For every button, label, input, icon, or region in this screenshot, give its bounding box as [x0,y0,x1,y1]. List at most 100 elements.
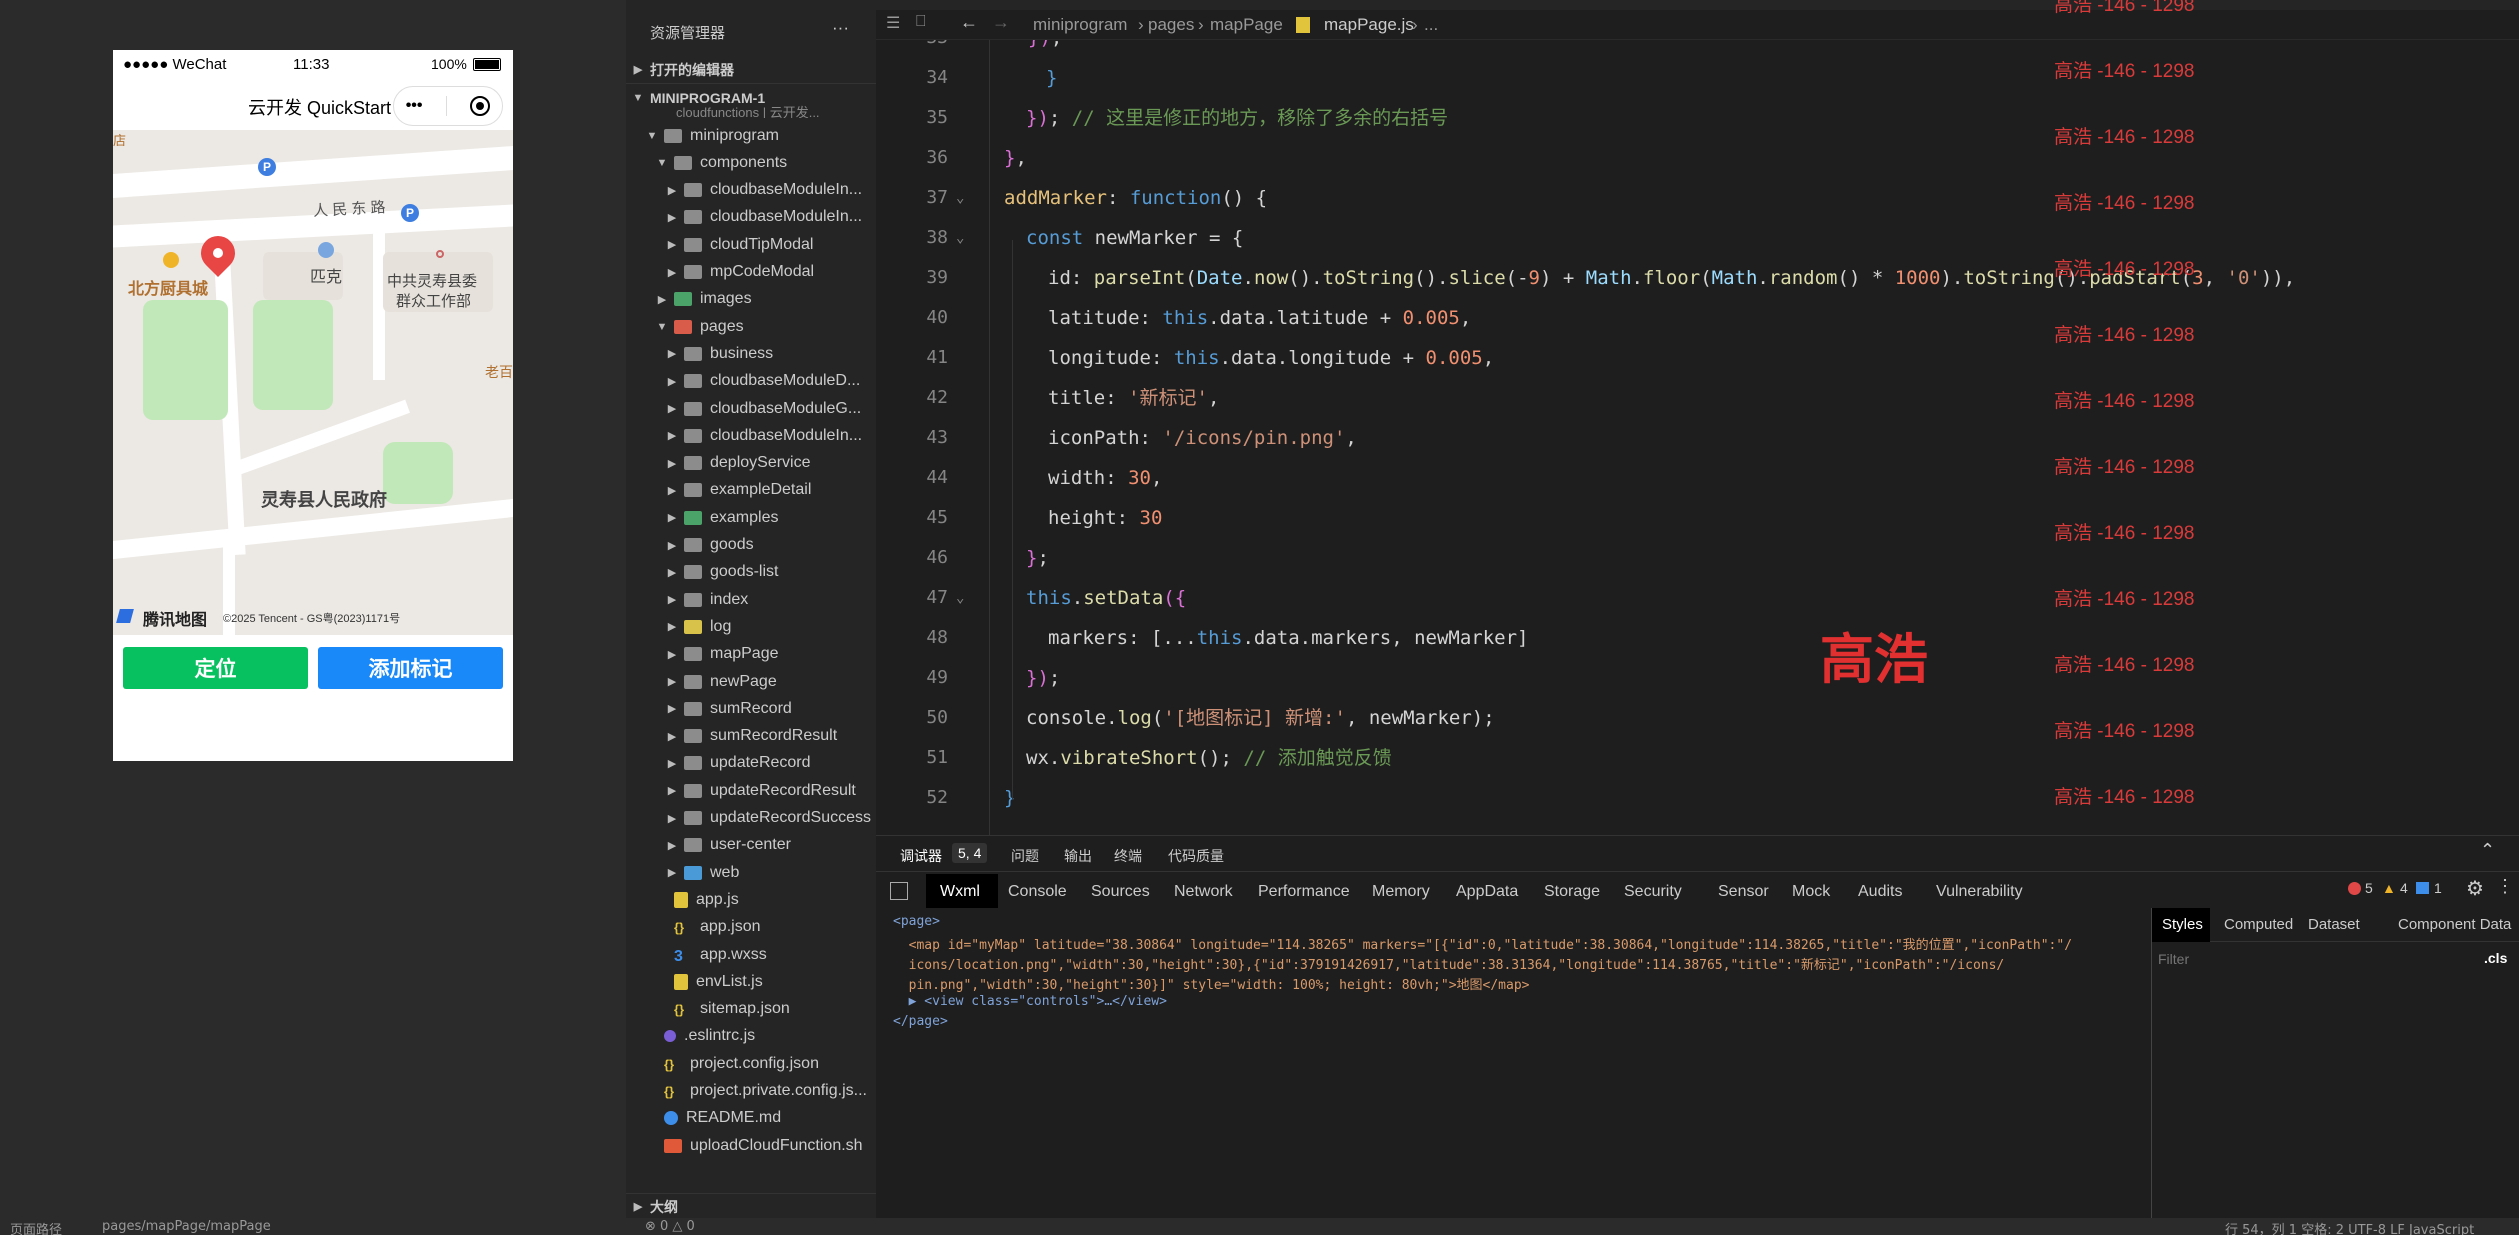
tab-debugger[interactable]: 调试器 [900,846,942,866]
code-line[interactable]: 41 longitude: this.data.longitude + 0.005… [876,338,2519,378]
tree-item[interactable]: ▶ exampleDetail [626,477,876,504]
more-vertical-icon[interactable]: ⋮ [2496,876,2514,897]
bookmark-icon[interactable]: ⎕ [916,13,926,31]
forward-arrow-icon[interactable]: → [992,12,1010,33]
tab-audits[interactable]: Audits [1858,876,1902,908]
tab-memory[interactable]: Memory [1372,876,1430,908]
tree-item[interactable]: ▶ updateRecord [626,750,876,777]
code-line[interactable]: 36}, [876,138,2519,178]
tree-item[interactable]: ▶ mapPage [626,641,876,668]
tree-item[interactable]: {} project.config.json [626,1050,876,1077]
outline-section[interactable]: ▶ 大纲 [626,1193,876,1219]
code-area[interactable]: 33}); 34} 35}); // 这里是修正的地方，移除了多余的右括号 36… [876,40,2519,835]
code-line[interactable]: 45 height: 30 [876,498,2519,538]
wxml-node[interactable]: ▶ <view class="controls">…</view> [893,994,1167,1009]
tree-item[interactable]: ▶ cloudbaseModuleG... [626,395,876,422]
open-editors-section[interactable]: ▶ 打开的编辑器 [626,56,876,84]
code-line[interactable]: 49}); [876,658,2519,698]
wxml-node[interactable]: </page> [893,1014,948,1029]
code-line[interactable]: 50 console.log('[地图标记] 新增:', newMarker); [876,698,2519,738]
tab-network[interactable]: Network [1174,876,1233,908]
tree-item[interactable]: .eslintrc.js [626,1023,876,1050]
tree-item[interactable]: ▶ sumRecordResult [626,723,876,750]
tab-security[interactable]: Security [1624,876,1682,908]
code-line[interactable]: 46}; [876,538,2519,578]
page-path-label[interactable]: 页面路径 [10,1219,62,1235]
tree-item[interactable]: {} app.json [626,914,876,941]
code-line[interactable]: 48 markers: [...this.data.markers, newMar… [876,618,2519,658]
breadcrumb-item[interactable]: pages [1148,15,1194,35]
warning-count[interactable]: 4 [2400,880,2408,896]
tree-item[interactable]: {} sitemap.json [626,996,876,1023]
breadcrumb-item[interactable]: miniprogram [1033,15,1127,35]
problems-summary[interactable]: ⊗ 0 △ 0 [645,1219,695,1234]
map-view[interactable]: 店 人 民 东 路 P P 北方厨具城 匹克 中共灵寿县委 群众工作部 老百 灵… [113,130,513,635]
add-marker-button[interactable]: 添加标记 [318,647,503,689]
tree-item[interactable]: ▶ cloudbaseModuleIn... [626,177,876,204]
tab-console[interactable]: Console [1008,876,1067,908]
tab-sensor[interactable]: Sensor [1718,876,1769,908]
tab-output[interactable]: 输出 [1064,846,1092,866]
wxml-node[interactable]: pin.png","width":30,"height":30}]" style… [893,974,1530,993]
back-arrow-icon[interactable]: ← [960,12,978,33]
page-path-value[interactable]: pages/mapPage/mapPage [102,1219,271,1234]
tree-item[interactable]: app.js [626,886,876,913]
inspect-element-icon[interactable] [890,882,908,900]
breadcrumb-item[interactable]: mapPage.js [1324,15,1414,35]
tab-wxml[interactable]: Wxml [940,876,980,908]
locate-button[interactable]: 定位 [123,647,308,689]
info-count[interactable]: 1 [2434,880,2442,896]
tab-problems[interactable]: 问题 [1011,846,1039,866]
tab-dataset[interactable]: Dataset [2308,916,2360,933]
code-line[interactable]: 39 id: parseInt(Date.now().toString().sli… [876,258,2519,298]
breadcrumb-item[interactable]: mapPage [1210,15,1283,35]
explorer-more-icon[interactable]: ··· [832,18,849,38]
tree-item[interactable]: ▶ index [626,586,876,613]
tree-item-truncated[interactable]: cloudfunctions | 云开发... [626,104,876,119]
wxml-node[interactable]: <page> [893,914,940,929]
tab-sources[interactable]: Sources [1091,876,1150,908]
error-count[interactable]: 5 [2365,880,2373,896]
more-icon[interactable]: ••• [406,97,423,115]
code-line[interactable]: 44 width: 30, [876,458,2519,498]
tree-item[interactable]: ▶ updateRecordSuccess [626,805,876,832]
tree-item[interactable]: ▼ components [626,149,876,176]
tree-item[interactable]: {} project.private.config.js... [626,1078,876,1105]
tree-item[interactable]: ▶ log [626,613,876,640]
tree-item[interactable]: README.md [626,1105,876,1132]
tree-item[interactable]: ▶ goods-list [626,559,876,586]
tab-styles[interactable]: Styles [2162,916,2203,933]
code-line[interactable]: 35}); // 这里是修正的地方，移除了多余的右括号 [876,98,2519,138]
code-line[interactable]: 52} [876,778,2519,818]
tab-vulnerability[interactable]: Vulnerability [1936,876,2023,908]
tab-computed[interactable]: Computed [2224,916,2293,933]
tree-item[interactable]: uploadCloudFunction.sh [626,1132,876,1159]
code-line[interactable]: 33}); [876,40,2519,58]
tree-item[interactable]: ▼ pages [626,313,876,340]
code-line[interactable]: 43 iconPath: '/icons/pin.png', [876,418,2519,458]
tab-mock[interactable]: Mock [1792,876,1830,908]
gear-icon[interactable]: ⚙ [2466,876,2484,901]
tree-item[interactable]: ▶ deployService [626,450,876,477]
tree-item[interactable]: ▶ newPage [626,668,876,695]
tree-item[interactable]: ▶ cloudbaseModuleD... [626,368,876,395]
code-line[interactable]: 38 ⌄ const newMarker = { [876,218,2519,258]
tab-component-data[interactable]: Component Data [2398,916,2511,933]
tree-item[interactable]: ▼ miniprogram [626,122,876,149]
chevron-up-icon[interactable]: ⌃ [2480,840,2495,861]
tree-item[interactable]: ▶ user-center [626,832,876,859]
styles-filter-input[interactable] [2158,946,2438,972]
wxml-node[interactable]: <map id="myMap" latitude="38.30864" long… [893,934,2072,953]
tree-item[interactable]: ▶ business [626,340,876,367]
tab-terminal[interactable]: 终端 [1114,846,1142,866]
tree-item[interactable]: ▶ examples [626,504,876,531]
tree-item[interactable]: ▶ updateRecordResult [626,777,876,804]
list-icon[interactable]: ☰ [886,13,900,33]
code-line[interactable]: 37 ⌄ addMarker: function() { [876,178,2519,218]
tree-item[interactable]: ▶ sumRecord [626,695,876,722]
code-line[interactable]: 47 ⌄ this.setData({ [876,578,2519,618]
tree-item[interactable]: ▶ cloudTipModal [626,231,876,258]
tree-item[interactable]: ▶ goods [626,532,876,559]
tab-storage[interactable]: Storage [1544,876,1600,908]
cls-toggle[interactable]: .cls [2484,950,2507,966]
